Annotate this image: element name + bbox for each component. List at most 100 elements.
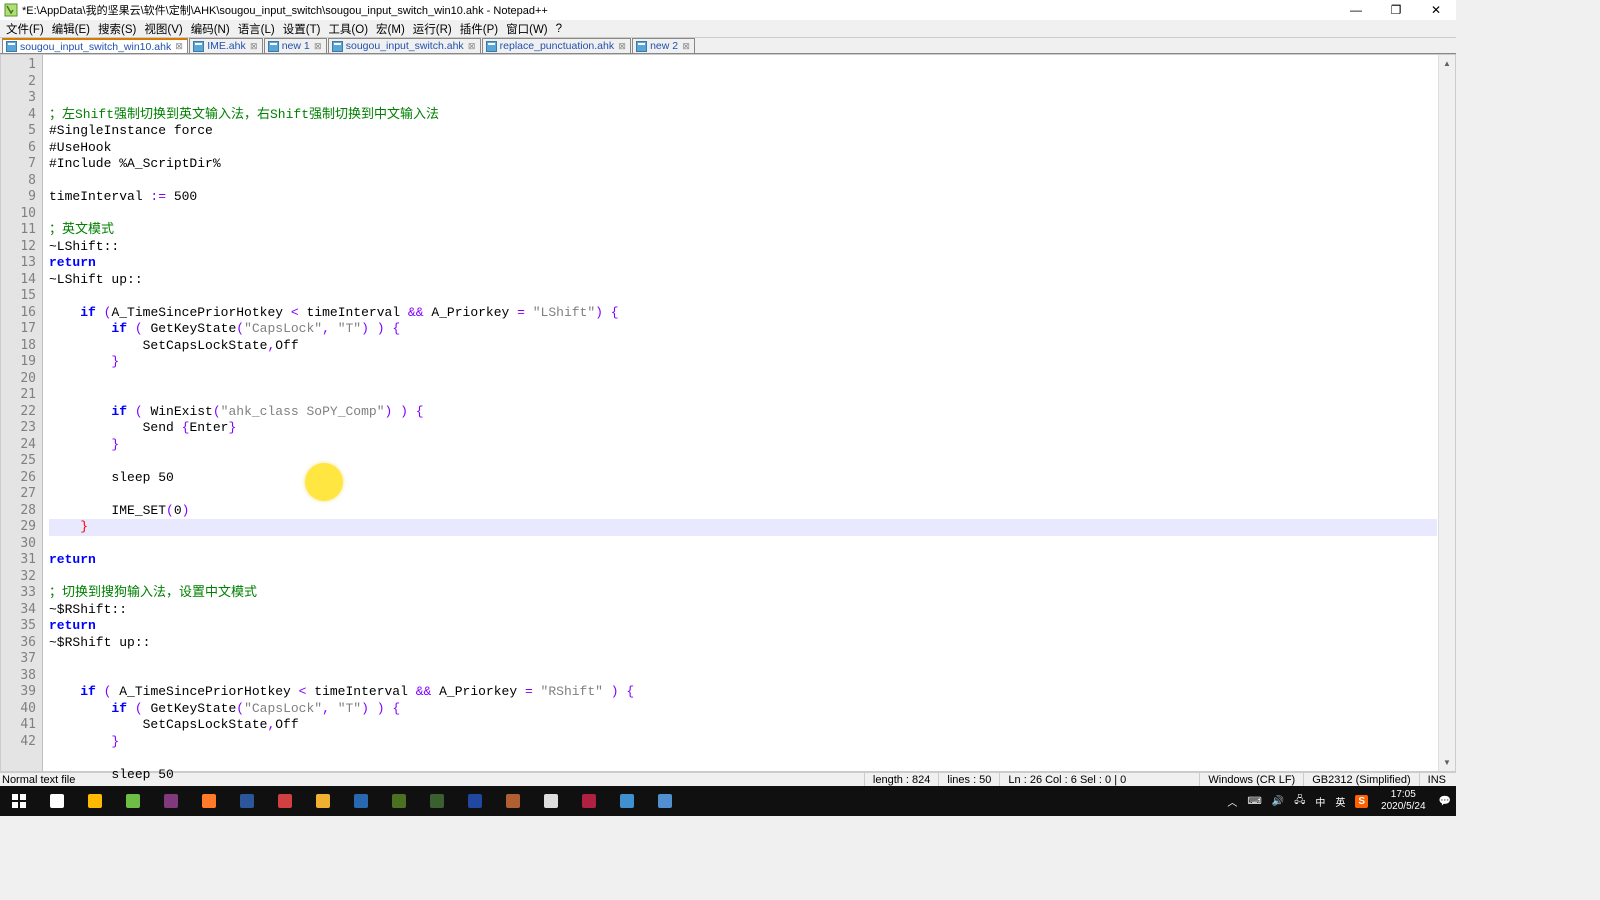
code-line[interactable]: if ( GetKeyState("CapsLock", "T") ) { xyxy=(49,701,1455,718)
code-line[interactable]: #SingleInstance force xyxy=(49,123,1455,140)
taskbar-app[interactable] xyxy=(646,786,684,816)
code-line[interactable]: ~LShift:: xyxy=(49,239,1455,256)
code-line[interactable]: ~$RShift up:: xyxy=(49,635,1455,652)
tab-close-icon[interactable]: ⊠ xyxy=(174,42,184,52)
taskbar-app[interactable] xyxy=(380,786,418,816)
code-line[interactable]: return xyxy=(49,618,1455,635)
menu-item[interactable]: 编码(N) xyxy=(187,21,234,37)
menu-item[interactable]: 窗口(W) xyxy=(502,21,552,37)
tray-sogou-icon[interactable]: S xyxy=(1350,786,1373,816)
file-tab[interactable]: new 1⊠ xyxy=(264,38,327,53)
menu-item[interactable]: 搜索(S) xyxy=(94,21,140,37)
taskbar-app[interactable] xyxy=(494,786,532,816)
code-line[interactable]: return xyxy=(49,255,1455,272)
tray-ime2[interactable]: 英 xyxy=(1330,786,1350,816)
code-line[interactable]: if ( A_TimeSincePriorHotkey < timeInterv… xyxy=(49,684,1455,701)
code-line[interactable]: ；切换到搜狗输入法，设置中文模式 xyxy=(49,585,1455,602)
file-tab[interactable]: IME.ahk⊠ xyxy=(189,38,263,53)
code-line[interactable]: sleep 50 xyxy=(49,470,1455,487)
start-button[interactable] xyxy=(0,786,38,816)
tab-close-icon[interactable]: ⊠ xyxy=(681,41,691,51)
code-line[interactable] xyxy=(49,206,1455,223)
code-line[interactable]: if ( GetKeyState("CapsLock", "T") ) { xyxy=(49,321,1455,338)
taskbar-app[interactable] xyxy=(532,786,570,816)
menu-item[interactable]: 视图(V) xyxy=(140,21,186,37)
tray-ime1[interactable]: 中 xyxy=(1310,786,1330,816)
menu-item[interactable]: 设置(T) xyxy=(279,21,325,37)
code-line[interactable]: } xyxy=(49,437,1455,454)
code-line[interactable]: } xyxy=(49,519,1455,536)
close-button[interactable]: ✕ xyxy=(1416,0,1456,20)
code-line[interactable] xyxy=(49,486,1455,503)
line-number: 35 xyxy=(1,618,36,635)
taskbar-app[interactable] xyxy=(228,786,266,816)
file-tab[interactable]: sougou_input_switch.ahk⊠ xyxy=(328,38,481,53)
taskbar-app[interactable] xyxy=(76,786,114,816)
code-line[interactable]: timeInterval := 500 xyxy=(49,189,1455,206)
taskbar-app[interactable] xyxy=(38,786,76,816)
tab-close-icon[interactable]: ⊠ xyxy=(467,41,477,51)
tray-volume-icon[interactable]: 🔊 xyxy=(1267,786,1289,816)
tab-close-icon[interactable]: ⊠ xyxy=(249,41,259,51)
minimize-button[interactable]: — xyxy=(1336,0,1376,20)
code-line[interactable] xyxy=(49,668,1455,685)
scroll-down-icon[interactable]: ▼ xyxy=(1439,754,1455,771)
tray-chevron-icon[interactable]: ︿ xyxy=(1222,786,1242,816)
code-line[interactable]: SetCapsLockState,Off xyxy=(49,717,1455,734)
code-line[interactable] xyxy=(49,536,1455,553)
code-line[interactable] xyxy=(49,173,1455,190)
taskbar-app[interactable] xyxy=(266,786,304,816)
file-tab[interactable]: sougou_input_switch_win10.ahk⊠ xyxy=(2,38,188,53)
tab-close-icon[interactable]: ⊠ xyxy=(313,41,323,51)
taskbar-app[interactable] xyxy=(608,786,646,816)
code-line[interactable]: #Include %A_ScriptDir% xyxy=(49,156,1455,173)
code-line[interactable]: ~$RShift:: xyxy=(49,602,1455,619)
menu-item[interactable]: 文件(F) xyxy=(2,21,48,37)
code-line[interactable] xyxy=(49,453,1455,470)
notifications-icon[interactable]: 💬 xyxy=(1434,786,1456,816)
code-line[interactable]: ；左Shift强制切换到英文输入法，右Shift强制切换到中文输入法 xyxy=(49,107,1455,124)
tray-network-icon[interactable]: 🖧 xyxy=(1289,786,1310,816)
menu-item[interactable]: 语言(L) xyxy=(234,21,279,37)
code-line[interactable]: } xyxy=(49,354,1455,371)
code-line[interactable] xyxy=(49,569,1455,586)
taskbar-app[interactable] xyxy=(418,786,456,816)
code-line[interactable] xyxy=(49,371,1455,388)
code-line[interactable]: ；英文模式 xyxy=(49,222,1455,239)
code-line[interactable]: ~LShift up:: xyxy=(49,272,1455,289)
tray-keyboard-icon[interactable]: ⌨ xyxy=(1242,786,1266,816)
maximize-button[interactable]: ❐ xyxy=(1376,0,1416,20)
taskbar-app[interactable] xyxy=(456,786,494,816)
menu-item[interactable]: 运行(R) xyxy=(409,21,456,37)
code-line[interactable] xyxy=(49,750,1455,767)
code-line[interactable]: return xyxy=(49,552,1455,569)
code-line[interactable]: IME_SET(0) xyxy=(49,503,1455,520)
menu-item[interactable]: ? xyxy=(552,23,566,35)
menu-item[interactable]: 宏(M) xyxy=(372,21,409,37)
menu-item[interactable]: 编辑(E) xyxy=(48,21,94,37)
code-line[interactable] xyxy=(49,387,1455,404)
taskbar-app[interactable] xyxy=(342,786,380,816)
taskbar-app[interactable] xyxy=(304,786,342,816)
taskbar-app[interactable] xyxy=(570,786,608,816)
code-line[interactable]: SetCapsLockState,Off xyxy=(49,338,1455,355)
file-tab[interactable]: replace_punctuation.ahk⊠ xyxy=(482,38,631,53)
file-tab[interactable]: new 2⊠ xyxy=(632,38,695,53)
menu-item[interactable]: 工具(O) xyxy=(324,21,372,37)
taskbar-app[interactable] xyxy=(114,786,152,816)
clock[interactable]: 17:05 2020/5/24 xyxy=(1373,789,1434,813)
code-line[interactable] xyxy=(49,288,1455,305)
taskbar-app[interactable] xyxy=(152,786,190,816)
code-line[interactable]: if ( WinExist("ahk_class SoPY_Comp") ) { xyxy=(49,404,1455,421)
scroll-up-icon[interactable]: ▲ xyxy=(1439,55,1455,72)
taskbar-app[interactable] xyxy=(190,786,228,816)
code-line[interactable]: #UseHook xyxy=(49,140,1455,157)
menu-item[interactable]: 插件(P) xyxy=(456,21,502,37)
vertical-scrollbar[interactable]: ▲ ▼ xyxy=(1438,55,1455,771)
code-line[interactable] xyxy=(49,651,1455,668)
code-line[interactable]: if (A_TimeSincePriorHotkey < timeInterva… xyxy=(49,305,1455,322)
code-area[interactable]: ；左Shift强制切换到英文输入法，右Shift强制切换到中文输入法#Singl… xyxy=(43,55,1455,771)
code-line[interactable]: Send {Enter} xyxy=(49,420,1455,437)
tab-close-icon[interactable]: ⊠ xyxy=(617,41,627,51)
code-line[interactable]: } xyxy=(49,734,1455,751)
